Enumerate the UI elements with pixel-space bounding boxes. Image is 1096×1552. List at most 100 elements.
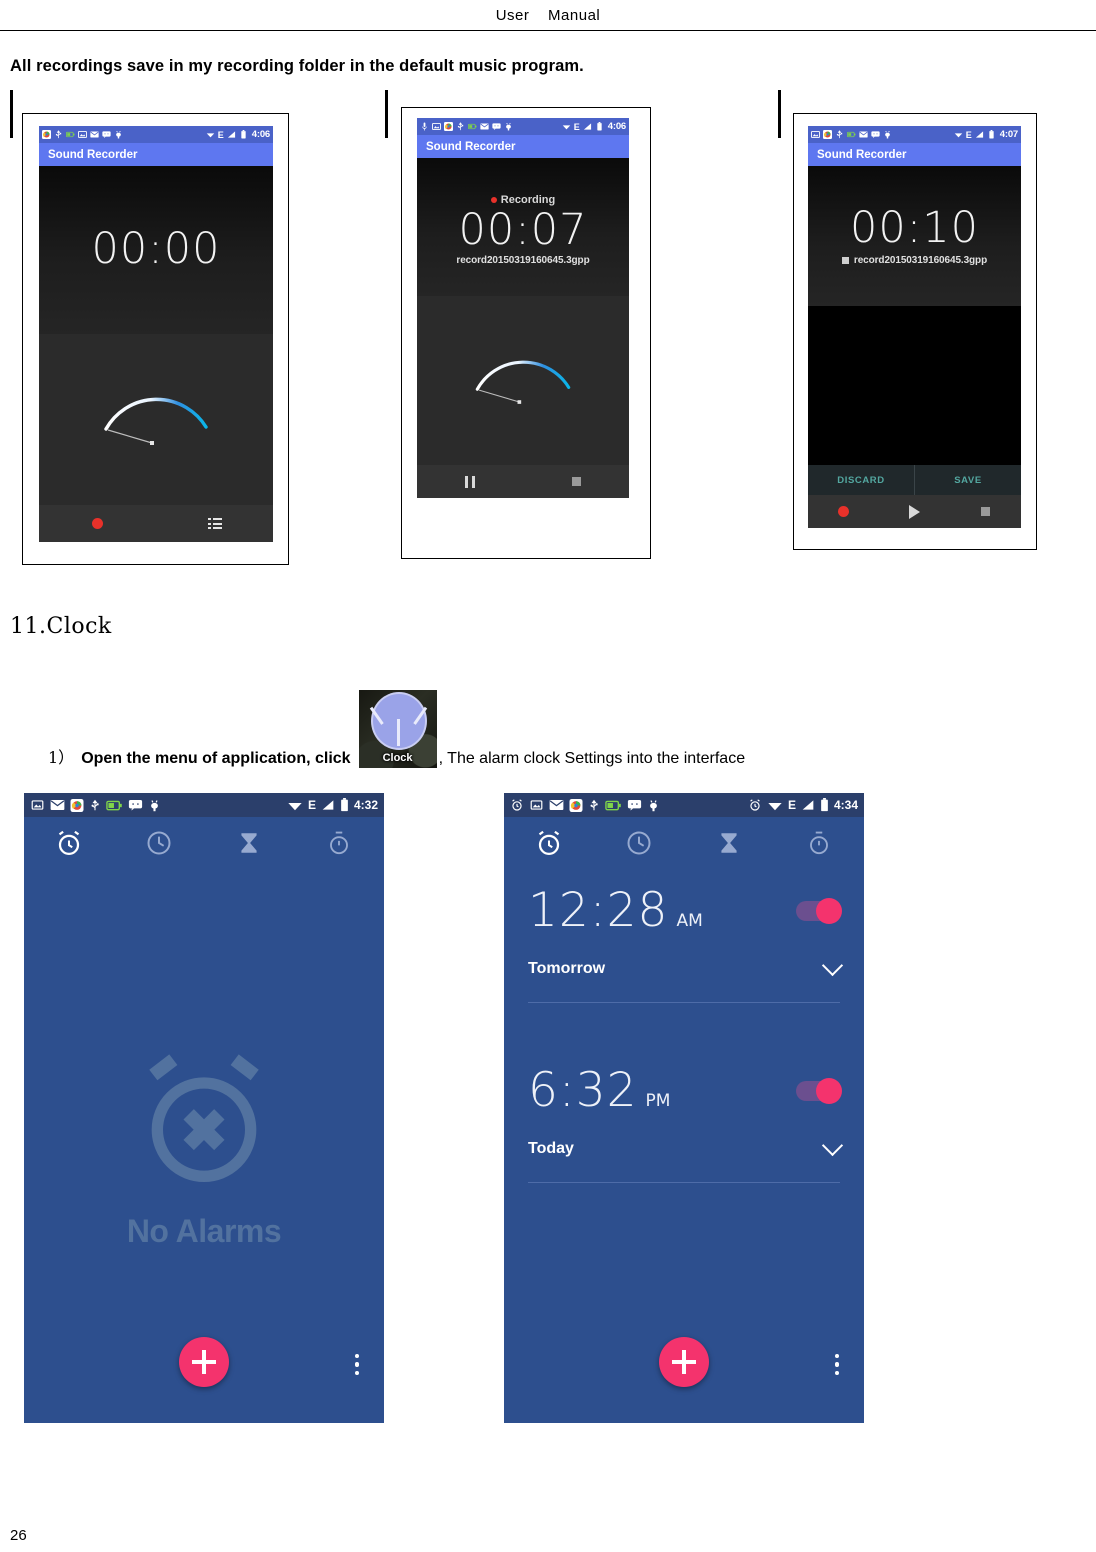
app-bar-title: Sound Recorder: [39, 143, 273, 166]
recording-file-name: record20150319160645.3gpp: [808, 255, 1021, 266]
stop-button[interactable]: [523, 477, 629, 486]
adb-icon: [650, 799, 657, 811]
battery-charging-icon: [106, 800, 122, 810]
browser-icon: [42, 130, 51, 139]
signal-icon: [227, 131, 235, 138]
hourglass-icon: [241, 833, 257, 853]
app-bar-title: Sound Recorder: [417, 135, 629, 158]
tab-timer[interactable]: [204, 829, 294, 857]
chevron-down-icon[interactable]: [821, 1134, 844, 1156]
record-icon: [92, 518, 103, 529]
network-type-label: E: [573, 121, 580, 132]
recorder-control-bar: [417, 465, 629, 498]
network-type-label: E: [965, 129, 972, 140]
playback-pane: [808, 306, 1021, 465]
signal-icon: [322, 800, 334, 810]
plus-icon-vertical: [202, 1350, 206, 1374]
mic-icon: [422, 122, 427, 131]
clock-tab-bar: [24, 817, 384, 869]
alarm-ampm: PM: [645, 1091, 671, 1111]
comment-tick-2: [385, 90, 388, 138]
network-type-label: E: [787, 798, 796, 812]
kebab-dot: [834, 1353, 839, 1358]
recording-file-name-label: record20150319160645.3gpp: [853, 255, 988, 267]
recorder-control-bar: [808, 495, 1021, 528]
battery-charging-icon: [66, 131, 75, 138]
adb-icon: [885, 130, 890, 139]
discard-button[interactable]: DISCARD: [808, 465, 915, 495]
email-icon: [859, 131, 868, 138]
stop-icon: [981, 507, 990, 516]
step-number: 1）: [48, 748, 75, 767]
recording-timer: 00:00: [91, 224, 221, 275]
tab-stopwatch[interactable]: [774, 828, 864, 858]
overflow-menu-button[interactable]: [834, 1353, 839, 1375]
email-icon: [549, 800, 564, 810]
tab-stopwatch[interactable]: [294, 828, 384, 858]
alarm-off-icon: [149, 1054, 259, 1183]
clock-icon: [627, 831, 651, 855]
step-text-after: , The alarm clock Settings into the inte…: [438, 750, 746, 767]
wifi-icon: [954, 133, 963, 138]
recording-status: Recording: [417, 188, 629, 206]
tab-world-clock[interactable]: [114, 829, 204, 857]
usb-icon: [836, 130, 843, 139]
record-button[interactable]: [808, 506, 879, 517]
kebab-dot: [354, 1370, 359, 1375]
clock-content: No Alarms: [24, 869, 384, 1423]
page-number: 26: [10, 1527, 27, 1544]
overflow-menu-button[interactable]: [354, 1353, 359, 1375]
recording-timer: 00:10: [850, 202, 979, 253]
alarm-toggle[interactable]: [796, 1078, 842, 1104]
tab-world-clock[interactable]: [594, 829, 684, 857]
save-button[interactable]: SAVE: [915, 465, 1021, 495]
recordings-list-button[interactable]: [156, 518, 273, 529]
battery-icon: [989, 130, 994, 139]
alarm-day-row: Tomorrow: [528, 954, 844, 978]
clock-app-icon[interactable]: Clock: [358, 690, 437, 768]
usb-icon: [91, 799, 99, 810]
recording-file-name: record20150319160645.3gpp: [417, 255, 629, 266]
add-alarm-button[interactable]: [659, 1337, 709, 1387]
alarm-day-label: Tomorrow: [528, 960, 606, 977]
step-text-before: Open the menu of application, click: [81, 750, 351, 767]
kebab-dot: [834, 1362, 839, 1367]
no-alarms-empty-state: No Alarms: [24, 1039, 384, 1250]
clock-hand-vertical: [396, 719, 400, 746]
chevron-down-icon[interactable]: [821, 954, 844, 976]
alarm-list-item[interactable]: 12:28 AM Tomorrow: [504, 887, 864, 1003]
vu-meter-gauge: [475, 360, 571, 404]
record-icon: [838, 506, 849, 517]
status-bar: E 4:06: [417, 118, 629, 135]
stop-button[interactable]: [950, 507, 1021, 516]
recording-timer: 00:07: [458, 204, 588, 255]
battery-charging-icon: [605, 800, 621, 810]
plus-icon-vertical: [682, 1350, 686, 1374]
tab-alarm[interactable]: [24, 828, 114, 858]
adb-icon: [506, 122, 511, 131]
sms-icon: [128, 799, 143, 811]
alarm-time-value: 6:32: [528, 1063, 638, 1118]
browser-icon: [823, 130, 832, 139]
email-icon: [480, 123, 489, 130]
toggle-knob: [816, 1078, 842, 1104]
record-button[interactable]: [39, 518, 156, 529]
battery-icon: [597, 122, 602, 131]
tab-alarm[interactable]: [504, 828, 594, 858]
alarm-set-icon: [750, 799, 760, 811]
sms-icon: [871, 131, 880, 138]
no-alarms-label: No Alarms: [126, 1213, 282, 1249]
tab-timer[interactable]: [684, 829, 774, 857]
pause-button[interactable]: [417, 475, 523, 488]
clock-face-icon: [369, 694, 427, 748]
browser-icon: [444, 122, 453, 131]
alarm-list-item[interactable]: 6:32 PM Today: [504, 1067, 864, 1183]
status-bar: E 4:32: [24, 793, 384, 817]
alarm-toggle[interactable]: [796, 898, 842, 924]
screenshot-icon: [78, 130, 87, 139]
comment-tick-3: [778, 90, 781, 138]
status-bar: E 4:34: [504, 793, 864, 817]
add-alarm-button[interactable]: [179, 1337, 229, 1387]
kebab-dot: [354, 1362, 359, 1367]
play-button[interactable]: [879, 504, 950, 519]
